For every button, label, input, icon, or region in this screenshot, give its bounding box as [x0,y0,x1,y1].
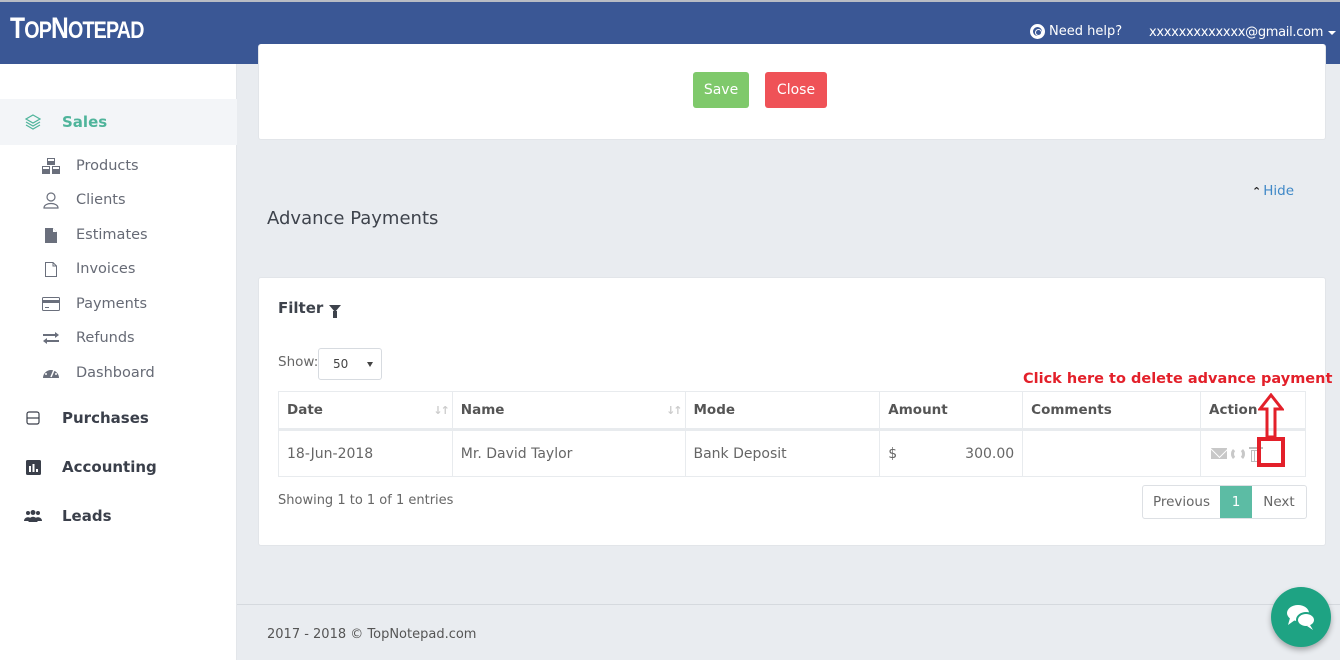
need-help-label: Need help? [1049,24,1123,39]
caret-down-icon [1328,30,1337,35]
table-header-row: Date ↓↑ Name ↓↑ Mode Amount Comments Actio… [278,391,1306,431]
column-header-amount: Amount [879,391,1024,431]
column-label: Mode [693,402,736,418]
hide-label: Hide [1263,183,1294,199]
table-info: Showing 1 to 1 of 1 entries [278,493,454,508]
currency-symbol: $ [888,445,898,462]
column-header-date[interactable]: Date ↓↑ [278,391,453,431]
close-button[interactable]: Close [765,72,827,108]
column-header-comments: Comments [1022,391,1202,431]
sidebar-item-label: Payments [76,296,148,312]
sidebar-item-invoices[interactable]: Invoices [0,252,237,286]
bar-chart-icon [24,458,42,476]
layers-icon [24,113,42,131]
logo[interactable]: TOPNOTEPAD [10,12,144,46]
select-arrow-icon [367,362,373,367]
column-header-action: Action [1200,391,1306,431]
annotation-arrow-icon [1258,393,1284,439]
sidebar-item-label: Accounting [62,458,157,476]
page-title: Advance Payments [267,208,439,229]
sidebar-item-refunds[interactable]: Refunds [0,321,237,355]
cell-comments [1022,429,1202,477]
annotation-highlight-box [1257,437,1285,467]
minus-square-icon [24,409,42,427]
lifebuoy-icon [1030,24,1045,39]
logo-letter: N [51,12,69,45]
filter-icon [329,304,342,318]
sidebar-item-label: Products [76,158,139,174]
user-email: xxxxxxxxxxxxx@gmail.com [1149,25,1324,40]
table-row: 18-Jun-2018 Mr. David Taylor Bank Deposi… [278,429,1306,477]
sidebar-item-label: Estimates [76,227,148,243]
column-header-mode: Mode [684,391,881,431]
sidebar-item-clients[interactable]: Clients [0,183,237,217]
refresh-icon[interactable] [1231,446,1246,461]
filter-label: Filter [278,299,324,317]
advance-payments-table: Date ↓↑ Name ↓↑ Mode Amount Comments Actio… [278,391,1306,477]
sidebar-item-label: Dashboard [76,365,155,381]
sidebar-item-payments[interactable]: Payments [0,287,237,321]
sidebar: Sales Products Clients Estimates Invoice… [0,64,237,660]
logo-part: OTEPAD [67,17,144,44]
sidebar-item-label: Invoices [76,261,136,277]
user-menu[interactable]: xxxxxxxxxxxxx@gmail.com [1149,25,1337,40]
file-outline-icon [41,260,61,278]
sort-icon: ↓↑ [666,404,683,417]
tachometer-icon [41,364,61,382]
amount-value: 300.00 [965,445,1015,462]
hide-link[interactable]: ⌃ Hide [1252,183,1294,199]
file-solid-icon [41,226,61,244]
logo-part: OP [24,17,52,44]
chat-button[interactable] [1271,587,1331,647]
user-outline-icon [41,191,61,209]
sidebar-item-dashboard[interactable]: Dashboard [0,356,237,390]
cell-mode: Bank Deposit [684,429,881,477]
column-label: Comments [1031,402,1112,418]
annotation-text: Click here to delete advance payment [1023,371,1333,387]
chat-bubbles-icon [1287,605,1316,630]
column-header-name[interactable]: Name ↓↑ [451,391,686,431]
save-button[interactable]: Save [693,72,749,108]
previous-page-button[interactable]: Previous [1143,486,1220,518]
logo-letter: T [10,12,25,45]
cell-name: Mr. David Taylor [451,429,686,477]
column-label: Date [287,402,323,418]
sidebar-item-leads[interactable]: Leads [0,493,237,539]
exchange-icon [41,329,61,347]
column-label: Action [1209,402,1258,418]
email-icon[interactable] [1211,448,1228,459]
users-icon [24,507,42,525]
need-help-link[interactable]: Need help? [1030,24,1122,39]
cell-actions [1200,429,1306,477]
pagination: Previous 1 Next [1142,485,1307,519]
sidebar-item-label: Purchases [62,409,149,427]
column-label: Name [460,402,505,418]
column-label: Amount [888,402,948,418]
cell-amount: $300.00 [879,429,1024,477]
sidebar-item-label: Sales [62,113,108,131]
sidebar-item-sales[interactable]: Sales [0,99,237,145]
filter-toggle[interactable]: Filter [278,299,342,318]
page-length-select[interactable]: 50 [318,348,382,380]
sidebar-item-label: Clients [76,192,126,208]
sidebar-item-label: Refunds [76,330,135,346]
cubes-icon [41,157,61,175]
credit-card-icon [41,295,61,313]
page-length-value: 50 [333,357,349,371]
next-page-button[interactable]: Next [1252,486,1306,518]
show-label: Show: [278,354,319,370]
page-1-button[interactable]: 1 [1220,486,1252,518]
sort-icon: ↓↑ [433,404,450,417]
footer-divider [237,604,1340,605]
sidebar-item-label: Leads [62,507,112,525]
sidebar-item-estimates[interactable]: Estimates [0,218,237,252]
sidebar-item-purchases[interactable]: Purchases [0,395,237,441]
sidebar-item-products[interactable]: Products [0,149,237,183]
footer-copyright: 2017 - 2018 © TopNotepad.com [267,627,477,642]
sidebar-item-accounting[interactable]: Accounting [0,444,237,490]
double-chevron-up-icon: ⌃ [1252,184,1262,198]
cell-date: 18-Jun-2018 [278,429,453,477]
